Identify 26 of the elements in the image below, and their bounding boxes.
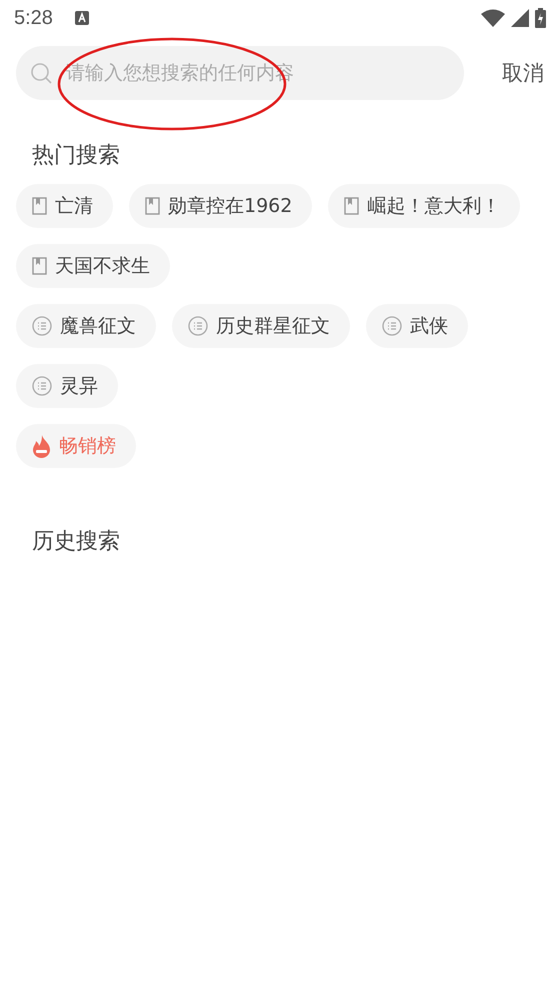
bookmark-icon [32,197,47,215]
list-icon [382,316,402,336]
wifi-icon [481,9,505,27]
signal-icon [511,9,529,27]
bookmark-icon [145,197,160,215]
battery-icon [535,8,546,28]
section-title: 热门搜索 [31,142,121,170]
notification-icon [74,11,89,25]
section-title: 历史搜索 [31,528,121,556]
search-tag[interactable]: 魔兽征文 [16,304,156,348]
list-icon [188,316,208,336]
bookmark-icon [344,197,360,215]
status-time: 5:28 [14,6,53,30]
search-tag[interactable]: 天国不求生 [16,244,170,288]
search-tag[interactable]: 灵异 [16,364,118,408]
search-tag[interactable]: 崛起！意大利！ [328,184,520,228]
list-icon [32,376,52,396]
search-tag[interactable]: 武侠 [366,304,468,348]
search-tag[interactable]: 亡清 [16,184,113,228]
bookmark-icon [32,257,47,275]
search-tag[interactable]: 勋章控在1962 [129,184,312,228]
cancel-button[interactable]: 取消 [502,58,544,86]
search-tag[interactable]: 历史群星征文 [172,304,350,348]
flame-icon [32,434,51,458]
search-icon [30,62,52,84]
list-icon [32,316,52,336]
